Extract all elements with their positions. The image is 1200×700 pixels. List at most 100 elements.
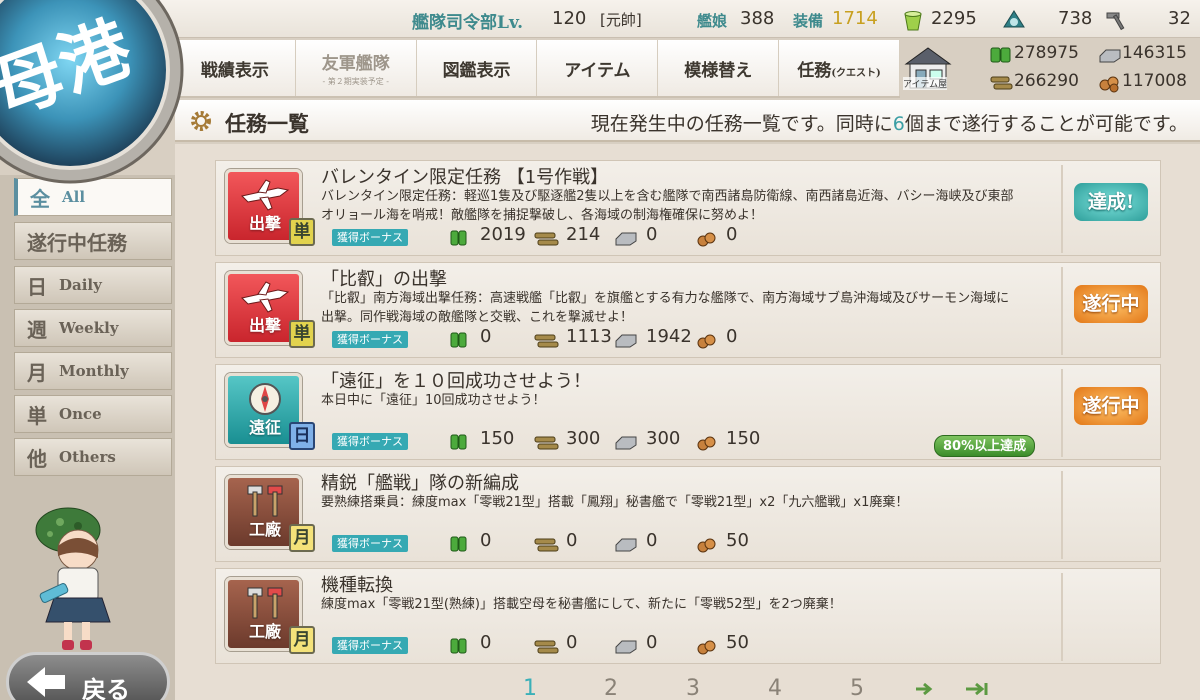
reward-ammo: 214	[566, 224, 601, 245]
menu-friend-fleet: 友軍艦隊 - 第２期実装予定 -	[296, 40, 417, 96]
dev-material-icon	[1003, 10, 1025, 28]
quest-description: 練度max「零戦21型(熟練)」搭載空母を秘書艦にして、新たに「零戦52型」を2…	[321, 597, 842, 612]
bauxite-icon	[697, 334, 716, 349]
divider	[1061, 471, 1063, 559]
quest-frequency-badge: 日	[289, 422, 315, 450]
quest-item[interactable]: 工廠 月 機種転換 練度max「零戦21型(熟練)」搭載空母を秘書艦にして、新た…	[215, 568, 1161, 664]
fuel-icon	[990, 47, 1011, 63]
reward-fuel: 0	[480, 326, 492, 347]
reward-ammo: 1113	[566, 326, 612, 347]
menu-label: アイテム	[564, 60, 631, 81]
tab-once[interactable]: 単 Once	[14, 395, 172, 433]
ammo-icon	[534, 436, 559, 450]
quest-description: 「比叡」南方海域出撃任務：高速戦艦「比叡」を旗艦とする有力な艦隊で、南方海域サブ…	[321, 291, 1010, 325]
reward-bauxite: 50	[726, 632, 749, 653]
page-3-button[interactable]: 3	[686, 676, 700, 700]
back-arrow-icon	[27, 667, 65, 697]
reward-steel: 0	[646, 224, 658, 245]
screw-count: 32	[1168, 8, 1191, 29]
divider	[1061, 267, 1063, 355]
main-menu: 戦績表示 友軍艦隊 - 第２期実装予定 - 図鑑表示 アイテム 模様替え 任務(…	[175, 40, 900, 98]
tab-kanji: 週	[27, 317, 47, 342]
page-2-button[interactable]: 2	[604, 676, 618, 700]
pagination: 1 2 3 4 5	[500, 676, 1020, 700]
tab-others[interactable]: 他 Others	[14, 438, 172, 476]
tab-weekly[interactable]: 週 Weekly	[14, 309, 172, 347]
bonus-badge: 獲得ボーナス	[332, 535, 408, 552]
menu-label: 図鑑表示	[442, 60, 511, 81]
quest-description: 本日中に「遠征」10回成功させよう！	[321, 393, 546, 408]
secretary-ship-girl	[35, 507, 111, 650]
page-5-button[interactable]: 5	[850, 676, 864, 700]
bucket-count: 2295	[931, 8, 977, 29]
quest-item[interactable]: 工廠 月 精鋭「艦戦」隊の新編成 要熟練搭乗員：練度max「零戦21型」搭載「鳳…	[215, 466, 1161, 562]
tab-kanji: 月	[27, 360, 47, 385]
tab-english: Others	[59, 448, 116, 466]
menu-encyclopedia[interactable]: 図鑑表示	[417, 40, 538, 96]
item-shop-label: アイテム屋	[903, 77, 948, 90]
steel-icon	[615, 334, 637, 348]
next-page-icon[interactable]	[912, 680, 940, 698]
reward-steel: 1942	[646, 326, 692, 347]
tab-monthly[interactable]: 月 Monthly	[14, 352, 172, 390]
menu-label: 任務	[797, 60, 832, 81]
quest-item[interactable]: 遠征 日 「遠征」を１０回成功させよう！ 本日中に「遠征」10回成功させよう！ …	[215, 364, 1161, 460]
page-4-button[interactable]: 4	[768, 676, 782, 700]
hammer-icon	[247, 485, 283, 517]
progress-80-badge: 80%以上達成	[934, 435, 1036, 457]
steel-icon	[615, 436, 637, 450]
screw-icon	[1106, 12, 1125, 31]
header-message-pre: 現在発生中の任務一覧です。同時に	[590, 113, 893, 135]
reward-bauxite: 50	[726, 530, 749, 551]
quest-frequency-badge: 単	[289, 320, 315, 348]
quest-title: 「比叡」の出撃	[321, 269, 447, 290]
ammo-icon	[534, 538, 559, 552]
bonus-badge: 獲得ボーナス	[332, 331, 408, 348]
bucket-icon	[904, 11, 922, 31]
port-logo-button[interactable]: 母港	[0, 0, 185, 185]
tab-kanji: 他	[27, 446, 47, 471]
tab-kanji: 日	[27, 274, 47, 299]
quest-title: 精鋭「艦戦」隊の新編成	[321, 473, 519, 494]
fuel-icon	[450, 230, 467, 246]
reward-steel: 0	[646, 632, 658, 653]
menu-quests[interactable]: 任務(クエスト)	[779, 40, 900, 96]
menu-furniture[interactable]: 模様替え	[658, 40, 780, 96]
dev-material-count: 738	[1058, 8, 1093, 29]
steel-icon	[1099, 49, 1121, 63]
tab-english: Weekly	[59, 319, 119, 337]
menu-items[interactable]: アイテム	[537, 40, 659, 96]
tab-in-progress[interactable]: 遂行中任務	[14, 222, 172, 260]
status-complete-badge: 達成!	[1074, 183, 1148, 221]
steel-count: 146315	[1122, 43, 1187, 63]
quest-title: 「遠征」を１０回成功させよう！	[321, 371, 591, 392]
reward-steel: 300	[646, 428, 681, 449]
divider	[1061, 369, 1063, 457]
bauxite-icon	[1099, 76, 1119, 93]
reward-steel: 0	[646, 530, 658, 551]
bonus-badge: 獲得ボーナス	[332, 433, 408, 450]
header-message: 現在発生中の任務一覧です。同時に6個まで遂行することが可能です。	[591, 109, 1188, 136]
tab-daily[interactable]: 日 Daily	[14, 266, 172, 304]
reward-ammo: 0	[566, 632, 578, 653]
bonus-badge: 獲得ボーナス	[332, 229, 408, 246]
menu-label: 友軍艦隊	[321, 54, 390, 74]
last-page-icon[interactable]	[962, 680, 998, 698]
tab-english: All	[62, 188, 86, 206]
page-1-button[interactable]: 1	[523, 676, 537, 700]
equip-label: 装備	[793, 12, 824, 30]
bonus-badge: 獲得ボーナス	[332, 637, 408, 654]
equip-count: 1714	[832, 8, 878, 29]
header-message-post: 個まで遂行することが可能です。	[904, 113, 1188, 135]
ammo-icon	[534, 640, 559, 654]
quest-item[interactable]: 出撃 単 「比叡」の出撃 「比叡」南方海域出撃任務：高速戦艦「比叡」を旗艦とする…	[215, 262, 1161, 358]
reward-fuel: 0	[480, 530, 492, 551]
plane-icon	[241, 281, 290, 313]
menu-records[interactable]: 戦績表示	[175, 40, 296, 96]
reward-ammo: 300	[566, 428, 601, 449]
fuel-icon	[450, 332, 467, 348]
divider	[1061, 165, 1063, 253]
ammo-icon	[534, 334, 559, 348]
hammer-icon	[247, 587, 283, 619]
quest-item[interactable]: 出撃 単 バレンタイン限定任務 【1号作戦】 バレンタイン限定任務：軽巡1隻及び…	[215, 160, 1161, 256]
